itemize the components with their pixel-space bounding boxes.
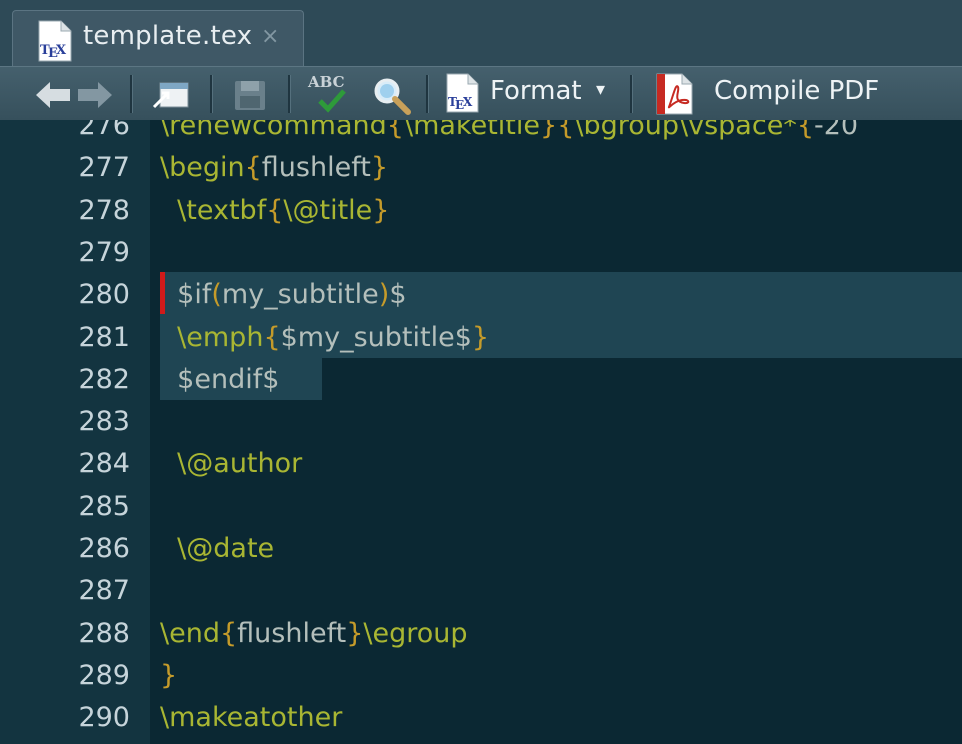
code-line[interactable]: 285 [0, 485, 962, 527]
line-number: 285 [78, 490, 130, 522]
svg-text:X: X [56, 43, 67, 58]
tex-file-icon: T E X [35, 20, 75, 66]
back-arrow-icon[interactable] [34, 80, 72, 114]
line-number: 286 [78, 533, 130, 564]
code-line[interactable]: 278 \textbf{\@title} [0, 189, 962, 231]
toolbar-separator [630, 75, 633, 113]
spellcheck-icon[interactable]: ABC [306, 73, 354, 117]
toolbar-separator [130, 75, 133, 113]
svg-text:X: X [463, 95, 473, 109]
pdf-icon [654, 73, 696, 119]
code-line[interactable]: 288 \end{flushleft}\egroup [0, 612, 962, 654]
line-number: 289 [78, 659, 130, 691]
format-label: Format [490, 76, 582, 106]
svg-text:ABC: ABC [307, 73, 345, 91]
code-line[interactable]: 280 $if(my_subtitle)$ [0, 273, 962, 315]
code-text: \@date [177, 533, 275, 564]
line-number: 276 [78, 120, 130, 141]
tab-template-tex[interactable]: T E X template.tex × [12, 10, 304, 67]
code-text: $if(my_subtitle)$ [160, 279, 407, 311]
tab-title: template.tex [83, 21, 253, 51]
toolbar-separator [210, 75, 213, 113]
line-number: 288 [78, 617, 130, 649]
code-text: } [160, 659, 178, 691]
code-text: \renewcommand{\maketitle}{\bgroup\vspace… [160, 120, 859, 141]
toolbar-separator [288, 75, 291, 113]
line-number: 277 [78, 152, 130, 184]
code-line[interactable]: 287 [0, 569, 962, 611]
line-number: 287 [78, 575, 130, 607]
line-number: 284 [78, 448, 130, 480]
chevron-down-icon: ▾ [596, 79, 606, 100]
code-text: $endif$ [160, 363, 280, 395]
line-number: 283 [78, 406, 130, 438]
code-text: \end{flushleft}\egroup [160, 617, 468, 649]
code-text: \emph{$my_subtitle$} [177, 321, 490, 353]
format-menu-button[interactable]: T E X Format ▾ [444, 67, 620, 121]
compile-pdf-label: Compile PDF [714, 76, 880, 106]
code-line[interactable]: 283 [0, 400, 962, 442]
tab-bar: T E X template.tex × [0, 0, 962, 67]
close-icon[interactable]: × [261, 26, 279, 48]
code-editor[interactable]: 276 \renewcommand{\maketitle}{\bgroup\vsp… [0, 120, 962, 744]
code-text: \begin{flushleft} [160, 152, 389, 184]
editor-toolbar: ABC T E X Format ▾ Compile PDF [0, 66, 962, 120]
code-line[interactable]: 277 \begin{flushleft} [0, 146, 962, 188]
compile-pdf-button[interactable]: Compile PDF [652, 67, 892, 121]
line-number: 279 [78, 236, 130, 268]
line-number: 281 [78, 321, 130, 353]
code-text: \makeatother [160, 702, 343, 734]
line-number: 290 [78, 702, 130, 734]
code-line[interactable]: 284 \@author [0, 442, 962, 484]
code-line[interactable]: 282 $endif$ [0, 358, 962, 400]
line-number: 282 [78, 363, 130, 395]
forward-arrow-icon[interactable] [76, 80, 114, 114]
show-in-window-icon[interactable] [150, 77, 192, 115]
code-text: \@author [177, 448, 303, 480]
tex-format-icon: T E X [444, 73, 482, 117]
code-line[interactable]: 276 \renewcommand{\maketitle}{\bgroup\vsp… [0, 120, 962, 146]
code-line[interactable]: 289} [0, 654, 962, 696]
code-text: \textbf{\@title} [177, 194, 390, 226]
code-line[interactable]: 286 \@date [0, 527, 962, 569]
magnifier-icon[interactable] [372, 77, 412, 119]
line-number: 278 [78, 194, 130, 226]
toolbar-separator [426, 75, 429, 113]
code-line[interactable]: 279 [0, 231, 962, 273]
line-number: 280 [78, 279, 130, 311]
code-line[interactable]: 281 \emph{$my_subtitle$} [0, 316, 962, 358]
code-line[interactable]: 290 \makeatother [0, 696, 962, 738]
save-icon[interactable] [232, 78, 268, 116]
